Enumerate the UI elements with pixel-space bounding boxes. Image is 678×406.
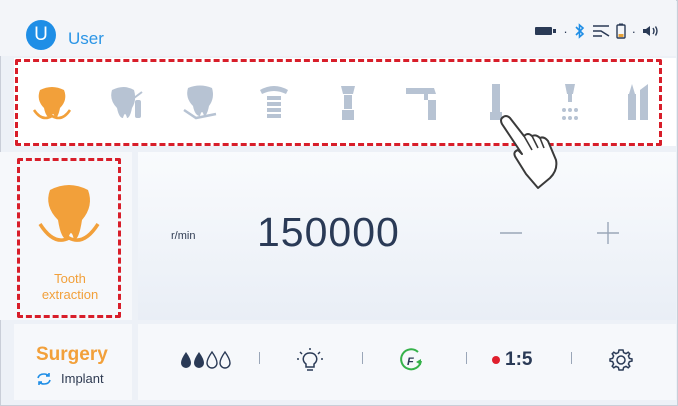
gear-ratio: 1:5 xyxy=(492,349,532,371)
status-separator: · xyxy=(563,23,568,39)
divider xyxy=(571,352,572,364)
speed-value: 150000 xyxy=(257,209,400,255)
light-toggle[interactable] xyxy=(296,346,324,374)
status-bar: · · xyxy=(535,22,660,40)
switch-arrows-icon xyxy=(37,372,51,385)
gear-ratio-selector[interactable]: 1:5 xyxy=(492,346,532,374)
speed-unit: r/min xyxy=(171,230,196,242)
implant-switch[interactable]: Implant xyxy=(36,371,104,386)
mode-label-line1: Tooth xyxy=(54,271,86,286)
gear-icon xyxy=(609,349,633,371)
water-drops-icon xyxy=(181,350,231,369)
divider xyxy=(259,352,260,364)
bluetooth-icon xyxy=(575,23,584,39)
implant-icon xyxy=(260,86,288,118)
status-separator: · xyxy=(631,23,636,39)
tooth-extraction-icon xyxy=(32,87,72,120)
mode-label-line2: extraction xyxy=(41,287,99,302)
tooth-scaling-tool[interactable] xyxy=(174,74,226,130)
light-bulb-icon xyxy=(297,348,323,371)
straight-handpiece-icon xyxy=(341,86,355,120)
tooth-scaling-icon xyxy=(183,85,217,120)
user-label[interactable]: User xyxy=(68,29,104,49)
endo-tool[interactable] xyxy=(100,74,152,130)
tooth-extraction-tool[interactable] xyxy=(26,74,78,130)
direction-toggle[interactable]: F xyxy=(396,346,426,374)
straight-handpiece-tool[interactable] xyxy=(322,74,374,130)
battery-level-icon xyxy=(615,23,626,39)
irrigation-level-control[interactable] xyxy=(180,346,232,374)
gear-ratio-value: 1:5 xyxy=(505,349,533,370)
ratio-indicator-dot xyxy=(492,356,500,364)
divider xyxy=(466,352,467,364)
volume-icon xyxy=(643,26,658,36)
tool-selector-bar xyxy=(14,58,676,146)
tooth-endo-icon xyxy=(111,87,143,118)
battery-low-icon xyxy=(535,27,557,35)
settings-button[interactable] xyxy=(608,346,634,374)
implant-tool[interactable] xyxy=(248,74,300,130)
increase-speed-button[interactable] xyxy=(593,218,623,248)
surgery-title: Surgery xyxy=(36,344,108,365)
divider xyxy=(362,352,363,364)
decrease-speed-button[interactable] xyxy=(496,218,526,248)
signal-icon xyxy=(592,25,610,37)
user-avatar[interactable]: U xyxy=(26,20,56,50)
implant-label: Implant xyxy=(61,371,104,386)
pointing-hand-icon xyxy=(500,115,558,189)
contra-angle-icon xyxy=(406,88,436,120)
piezo-handpiece-icon xyxy=(628,84,648,120)
mode-label: Tooth extraction xyxy=(20,271,120,303)
forward-rotation-icon: F xyxy=(400,348,422,371)
contra-angle-tool[interactable] xyxy=(396,74,448,130)
piezo-tool[interactable] xyxy=(612,74,664,130)
tooth-extraction-mode-icon xyxy=(38,185,100,242)
direction-letter: F xyxy=(407,356,414,368)
